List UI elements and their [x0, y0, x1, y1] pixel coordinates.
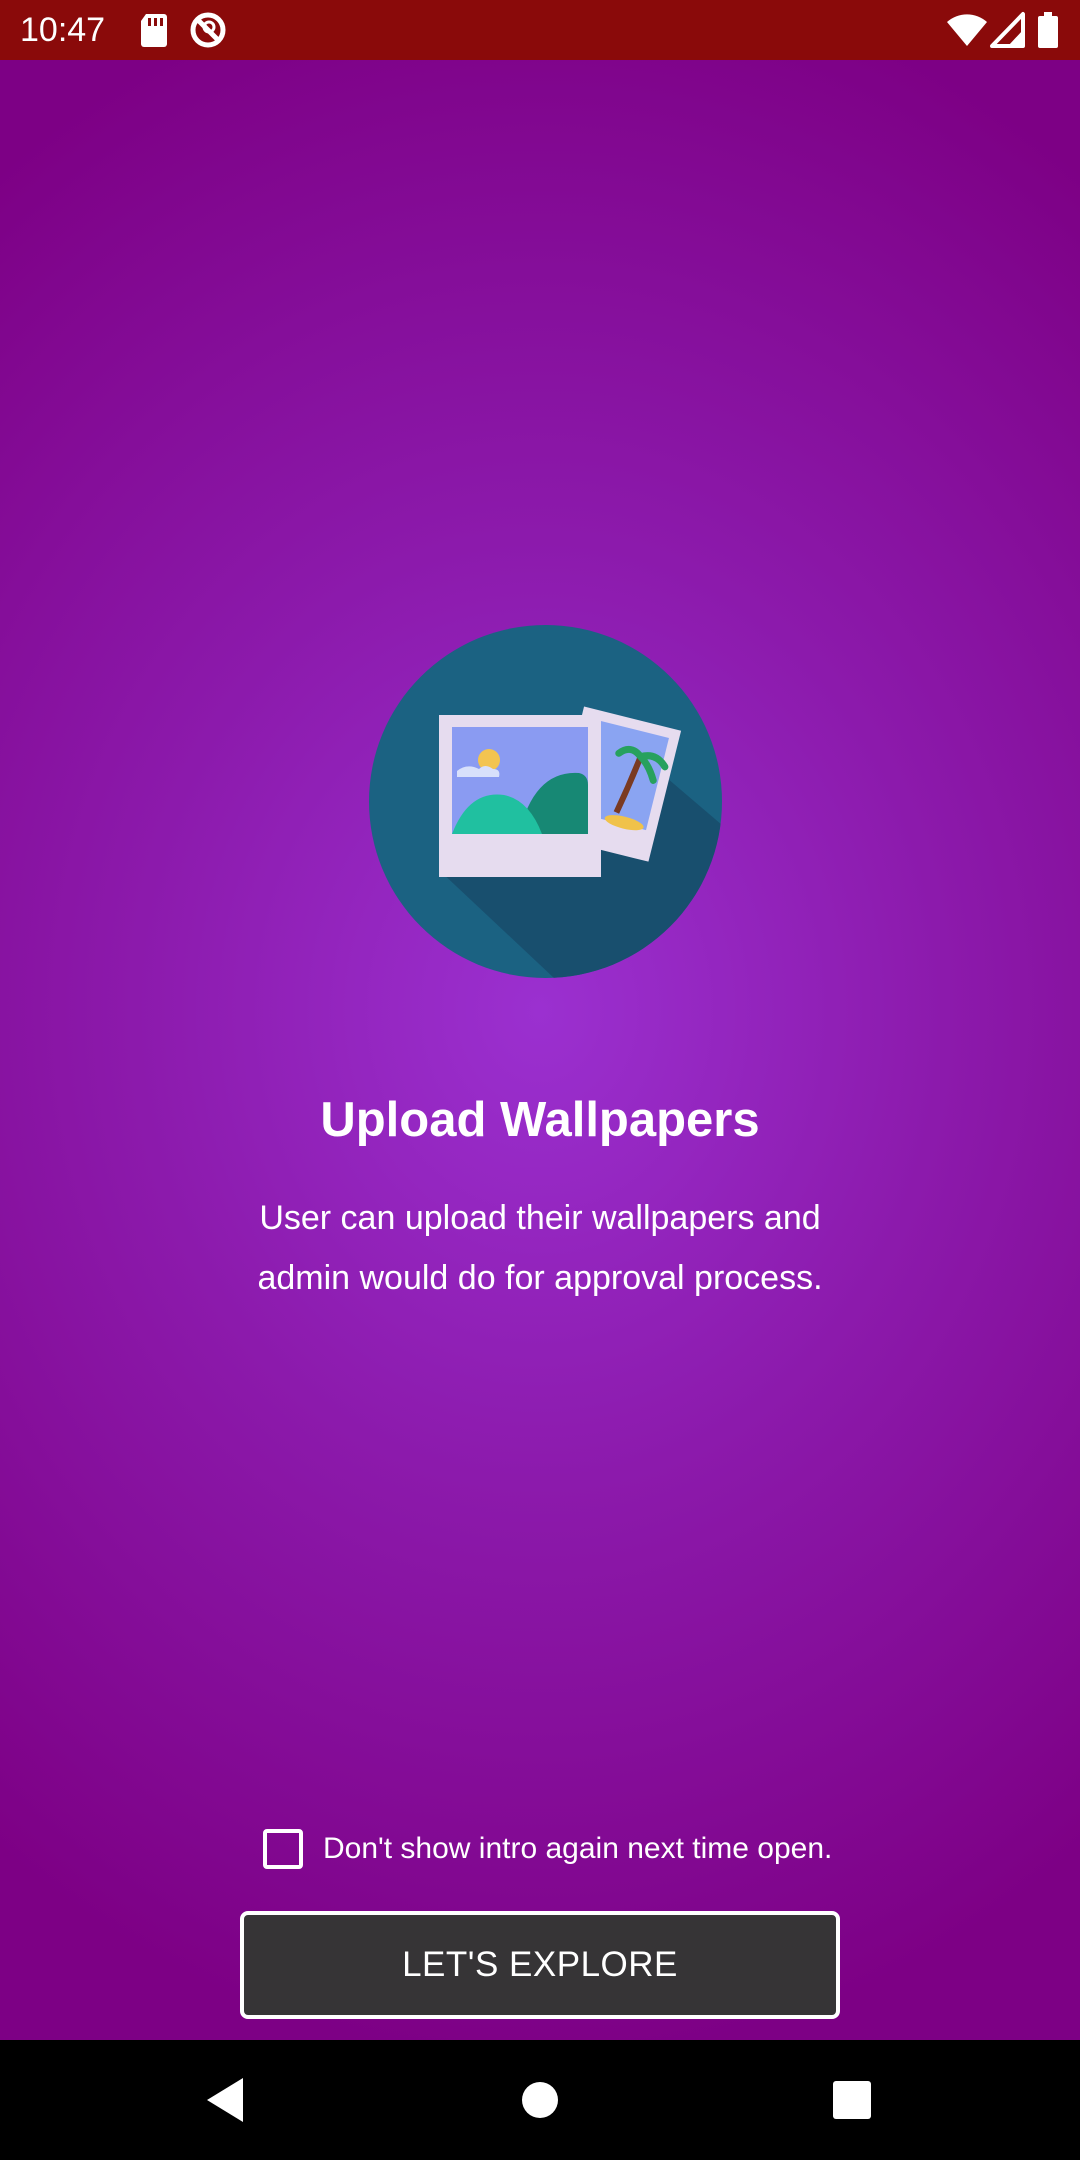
lets-explore-button[interactable]: LET'S EXPLORE: [240, 1911, 840, 2019]
status-time: 10:47: [20, 11, 106, 49]
home-icon[interactable]: [510, 2070, 570, 2130]
dont-show-again-option[interactable]: Don't show intro again next time open.: [263, 1824, 832, 1874]
wifi-icon: [947, 14, 987, 46]
intro-title: Upload Wallpapers: [320, 1093, 760, 1147]
dont-show-again-checkbox[interactable]: [263, 1829, 303, 1869]
recents-icon[interactable]: [822, 2070, 882, 2130]
intro-slide: Upload Wallpapers User can upload their …: [0, 60, 1080, 2040]
intro-description: User can upload their wallpapers and adm…: [257, 1199, 823, 1297]
battery-icon: [1038, 12, 1058, 48]
navigation-bar: [0, 2040, 1080, 2160]
signal-icon: [990, 12, 1025, 48]
dont-show-again-label: Don't show intro again next time open.: [323, 1832, 833, 1865]
do-not-disturb-icon: [190, 12, 226, 48]
app-screen: 10:47 Upload Wallpapers User can upload …: [0, 0, 1080, 2160]
sd-card-icon: [141, 14, 167, 47]
status-bar: 10:47: [0, 0, 1080, 60]
photo-gallery-icon: [369, 625, 722, 978]
back-icon[interactable]: [195, 2070, 255, 2130]
